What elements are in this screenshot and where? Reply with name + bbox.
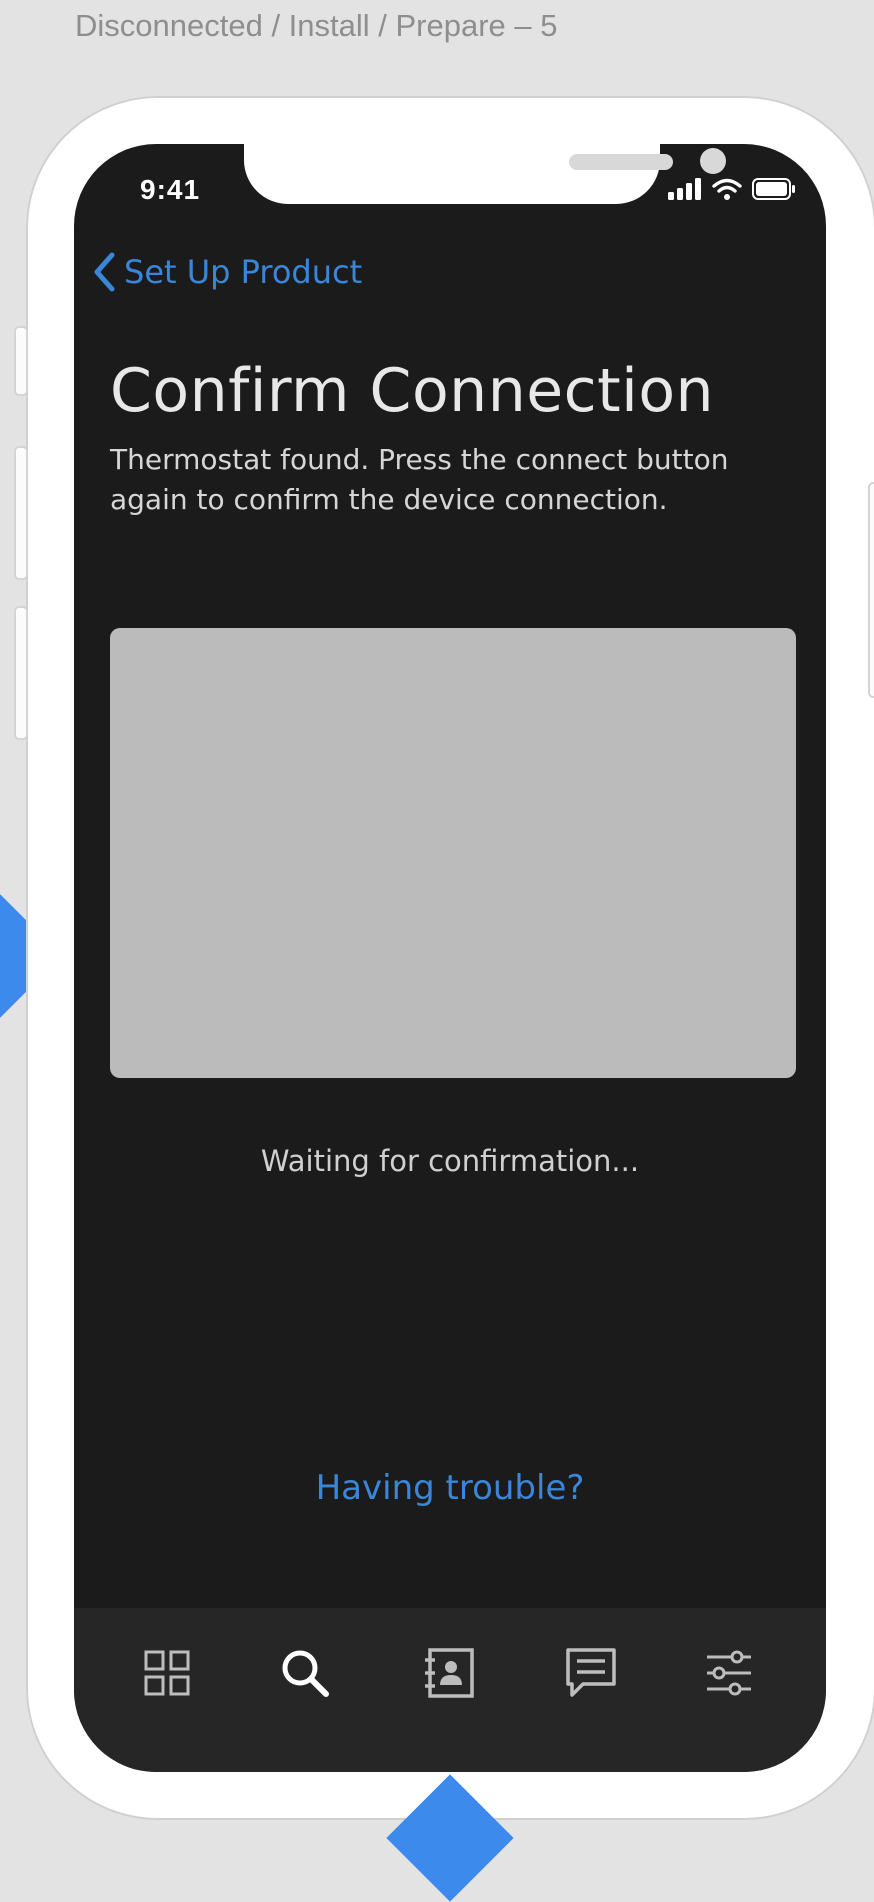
tab-bar	[74, 1608, 826, 1772]
tab-messages[interactable]	[556, 1638, 626, 1708]
back-button[interactable]: Set Up Product	[92, 252, 362, 292]
chevron-left-icon	[94, 252, 115, 292]
wifi-icon	[712, 178, 742, 200]
notch	[244, 144, 726, 204]
power-button	[868, 482, 874, 698]
contacts-icon	[425, 1648, 474, 1698]
chat-icon	[566, 1648, 616, 1697]
speaker	[569, 154, 673, 170]
battery-icon	[752, 178, 795, 200]
tab-settings[interactable]	[694, 1638, 764, 1708]
frame-label: Disconnected / Install / Prepare – 5	[75, 8, 558, 43]
confirmation-status-text: Waiting for confirmation...	[260, 1144, 640, 1178]
back-button-label: Set Up Product	[124, 253, 363, 291]
page-title: Confirm Connection	[110, 356, 715, 426]
mute-switch	[14, 326, 28, 396]
front-camera	[700, 148, 726, 174]
volume-down-button	[14, 606, 28, 740]
tab-search[interactable]	[270, 1638, 340, 1708]
search-icon	[282, 1650, 329, 1697]
tab-contacts[interactable]	[414, 1638, 484, 1708]
volume-up-button	[14, 446, 28, 580]
sliders-icon	[707, 1650, 751, 1696]
device-screen: 9:41 Set Up Product Confirm Connection T…	[74, 144, 826, 1772]
cellular-signal-icon	[668, 178, 701, 200]
page-subtitle: Thermostat found. Press the connect butt…	[110, 443, 729, 516]
having-trouble-link[interactable]: Having trouble?	[74, 1468, 826, 1508]
image-placeholder	[110, 628, 796, 1078]
status-icons	[668, 178, 796, 200]
status-time: 9:41	[140, 174, 201, 205]
tab-dashboard[interactable]	[132, 1638, 202, 1708]
grid-icon	[144, 1650, 190, 1696]
